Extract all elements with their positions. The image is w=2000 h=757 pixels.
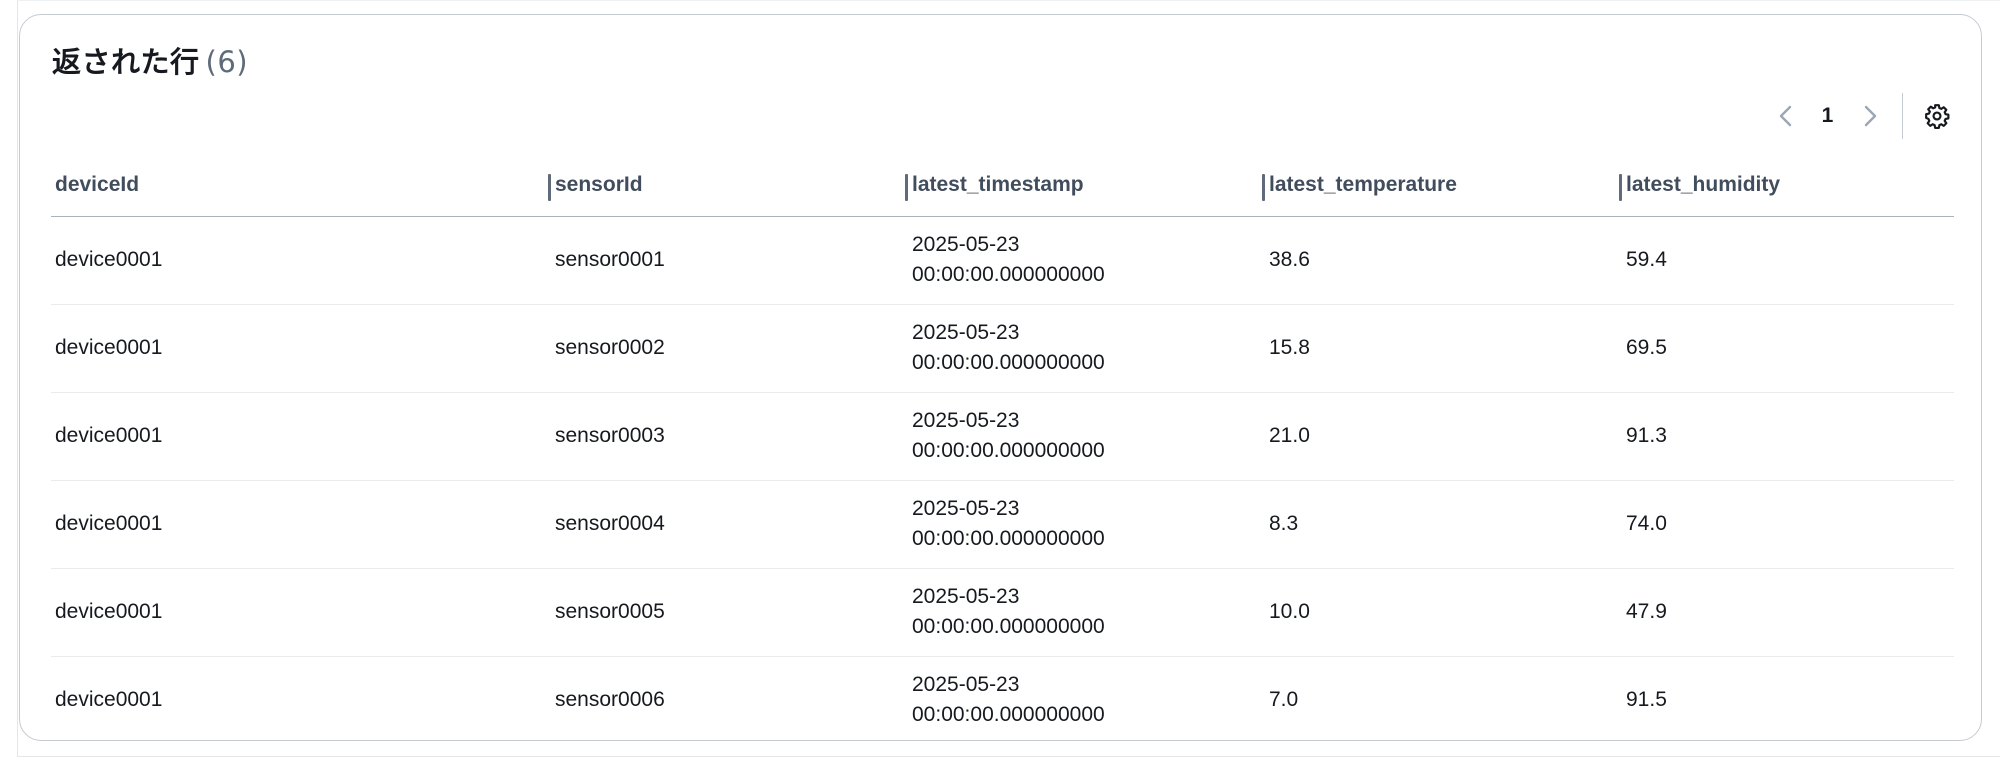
cell-sensor-id-text: sensor0005 xyxy=(555,600,665,623)
cell-sensor-id: sensor0004 xyxy=(551,480,908,569)
cell-sensor-id: sensor0002 xyxy=(551,304,908,393)
cell-latest-timestamp-text: 00:00:00.000000000 xyxy=(912,351,1105,374)
column-header-label: latest_temperature xyxy=(1269,173,1457,197)
table-settings-button[interactable] xyxy=(1917,96,1957,136)
cell-latest-timestamp: 2025-05-23 00:00:00.000000000 xyxy=(908,656,1265,744)
cell-latest-humidity: 47.9 xyxy=(1622,568,1954,657)
cell-latest-temperature: 10.0 xyxy=(1265,568,1622,657)
cell-sensor-id: sensor0001 xyxy=(551,216,908,305)
returned-rows-panel: 返された行 (6) 1 deviceId sensorId latest_tim… xyxy=(19,14,1982,741)
cell-latest-temperature: 7.0 xyxy=(1265,656,1622,744)
cell-sensor-id: sensor0006 xyxy=(551,656,908,744)
chevron-left-icon xyxy=(1779,105,1791,127)
cell-device-id-text: device0001 xyxy=(55,336,163,359)
cell-device-id: device0001 xyxy=(51,656,551,744)
column-header-label: sensorId xyxy=(555,173,643,197)
outer-container-top xyxy=(17,0,2000,14)
table-row: device0001 sensor0004 2025-05-23 00:00:00.0… xyxy=(51,480,1954,569)
cell-latest-timestamp: 2025-05-23 00:00:00.000000000 xyxy=(908,568,1265,657)
cell-latest-humidity: 69.5 xyxy=(1622,304,1954,393)
cell-latest-timestamp-text: 2025-05-23 xyxy=(912,409,1020,432)
cell-sensor-id: sensor0003 xyxy=(551,392,908,481)
table-row: device0001 sensor0003 2025-05-23 00:00:00.0… xyxy=(51,392,1954,481)
cell-device-id: device0001 xyxy=(51,392,551,481)
previous-page-button[interactable] xyxy=(1766,96,1806,136)
cell-latest-temperature-text: 7.0 xyxy=(1269,688,1299,712)
row-count: (6) xyxy=(205,45,249,79)
chevron-right-icon xyxy=(1864,105,1876,127)
cell-latest-timestamp: 2025-05-23 00:00:00.000000000 xyxy=(908,304,1265,393)
table-row: device0001 sensor0002 2025-05-23 00:00:00.0… xyxy=(51,304,1954,393)
cell-latest-humidity: 59.4 xyxy=(1622,216,1954,305)
cell-device-id-text: device0001 xyxy=(55,248,163,271)
cell-latest-timestamp-text: 00:00:00.000000000 xyxy=(912,527,1105,550)
cell-latest-timestamp: 2025-05-23 00:00:00.000000000 xyxy=(908,216,1265,305)
cell-latest-temperature: 38.6 xyxy=(1265,216,1622,305)
cell-device-id: device0001 xyxy=(51,304,551,393)
cell-latest-humidity: 74.0 xyxy=(1622,480,1954,569)
cell-sensor-id: sensor0005 xyxy=(551,568,908,657)
cell-device-id: device0001 xyxy=(51,216,551,305)
cell-latest-temperature-text: 8.3 xyxy=(1269,512,1299,535)
table-row: device0001 sensor0006 2025-05-23 00:00:00.0… xyxy=(51,656,1954,744)
table-row: device0001 sensor0005 2025-05-23 00:00:00.0… xyxy=(51,568,1954,657)
cell-latest-timestamp-text: 2025-05-23 xyxy=(912,233,1020,256)
cell-latest-humidity-text: 69.5 xyxy=(1626,336,1667,359)
cell-latest-temperature: 8.3 xyxy=(1265,480,1622,569)
cell-latest-timestamp-text: 2025-05-23 xyxy=(912,497,1020,520)
column-header-latest-temperature[interactable]: latest_temperature xyxy=(1265,155,1622,217)
cell-latest-temperature: 15.8 xyxy=(1265,304,1622,393)
cell-latest-temperature-text: 21.0 xyxy=(1269,424,1310,447)
cell-latest-humidity-text: 91.5 xyxy=(1626,688,1667,712)
cell-latest-humidity-text: 91.3 xyxy=(1626,424,1667,447)
cell-latest-humidity: 91.5 xyxy=(1622,656,1954,744)
results-table: deviceId sensorId latest_timestamp lates… xyxy=(51,155,1954,744)
cell-latest-temperature: 21.0 xyxy=(1265,392,1622,481)
outer-container-border xyxy=(17,0,18,757)
cell-latest-temperature-text: 10.0 xyxy=(1269,600,1310,623)
table-header-row: deviceId sensorId latest_timestamp lates… xyxy=(51,155,1954,217)
cell-latest-humidity-text: 59.4 xyxy=(1626,248,1667,271)
cell-device-id: device0001 xyxy=(51,568,551,657)
pagination-divider xyxy=(1901,93,1903,139)
cell-latest-temperature-text: 15.8 xyxy=(1269,336,1310,359)
cell-latest-timestamp-text: 00:00:00.000000000 xyxy=(912,263,1105,286)
cell-latest-timestamp-text: 2025-05-23 xyxy=(912,585,1020,608)
cell-sensor-id-text: sensor0001 xyxy=(555,248,665,271)
cell-sensor-id-text: sensor0004 xyxy=(555,512,665,535)
cell-sensor-id-text: sensor0006 xyxy=(555,688,665,712)
table-row: device0001 sensor0001 2025-05-23 00:00:00.0… xyxy=(51,216,1954,305)
cell-latest-timestamp-text: 00:00:00.000000000 xyxy=(912,703,1105,727)
cell-latest-timestamp: 2025-05-23 00:00:00.000000000 xyxy=(908,392,1265,481)
next-page-button[interactable] xyxy=(1850,96,1890,136)
panel-title-text: 返された行 xyxy=(52,45,200,79)
cell-latest-humidity-text: 47.9 xyxy=(1626,600,1667,623)
cell-device-id-text: device0001 xyxy=(55,600,163,623)
cell-latest-timestamp-text: 00:00:00.000000000 xyxy=(912,439,1105,462)
cell-latest-timestamp: 2025-05-23 00:00:00.000000000 xyxy=(908,480,1265,569)
column-header-label: latest_humidity xyxy=(1626,173,1781,197)
column-header-sensorid[interactable]: sensorId xyxy=(551,155,908,217)
column-header-latest-humidity[interactable]: latest_humidity xyxy=(1622,155,1954,217)
cell-latest-timestamp-text: 2025-05-23 xyxy=(912,673,1020,697)
panel-title: 返された行 (6) xyxy=(52,39,248,81)
cell-sensor-id-text: sensor0002 xyxy=(555,336,665,359)
cell-device-id-text: device0001 xyxy=(55,512,163,535)
cell-latest-timestamp-text: 2025-05-23 xyxy=(912,321,1020,344)
cell-latest-temperature-text: 38.6 xyxy=(1269,248,1310,271)
current-page-number[interactable]: 1 xyxy=(1806,104,1850,128)
cell-sensor-id-text: sensor0003 xyxy=(555,424,665,447)
cell-latest-humidity: 91.3 xyxy=(1622,392,1954,481)
column-header-deviceid[interactable]: deviceId xyxy=(51,155,551,217)
column-header-label: deviceId xyxy=(55,173,140,197)
cell-latest-humidity-text: 74.0 xyxy=(1626,512,1667,535)
column-header-label: latest_timestamp xyxy=(912,173,1084,197)
cell-device-id: device0001 xyxy=(51,480,551,569)
gear-icon xyxy=(1925,104,1950,129)
cell-latest-timestamp-text: 00:00:00.000000000 xyxy=(912,615,1105,638)
cell-device-id-text: device0001 xyxy=(55,688,163,712)
column-header-latest-timestamp[interactable]: latest_timestamp xyxy=(908,155,1265,217)
cell-device-id-text: device0001 xyxy=(55,424,163,447)
pagination-controls: 1 xyxy=(1766,93,1958,139)
